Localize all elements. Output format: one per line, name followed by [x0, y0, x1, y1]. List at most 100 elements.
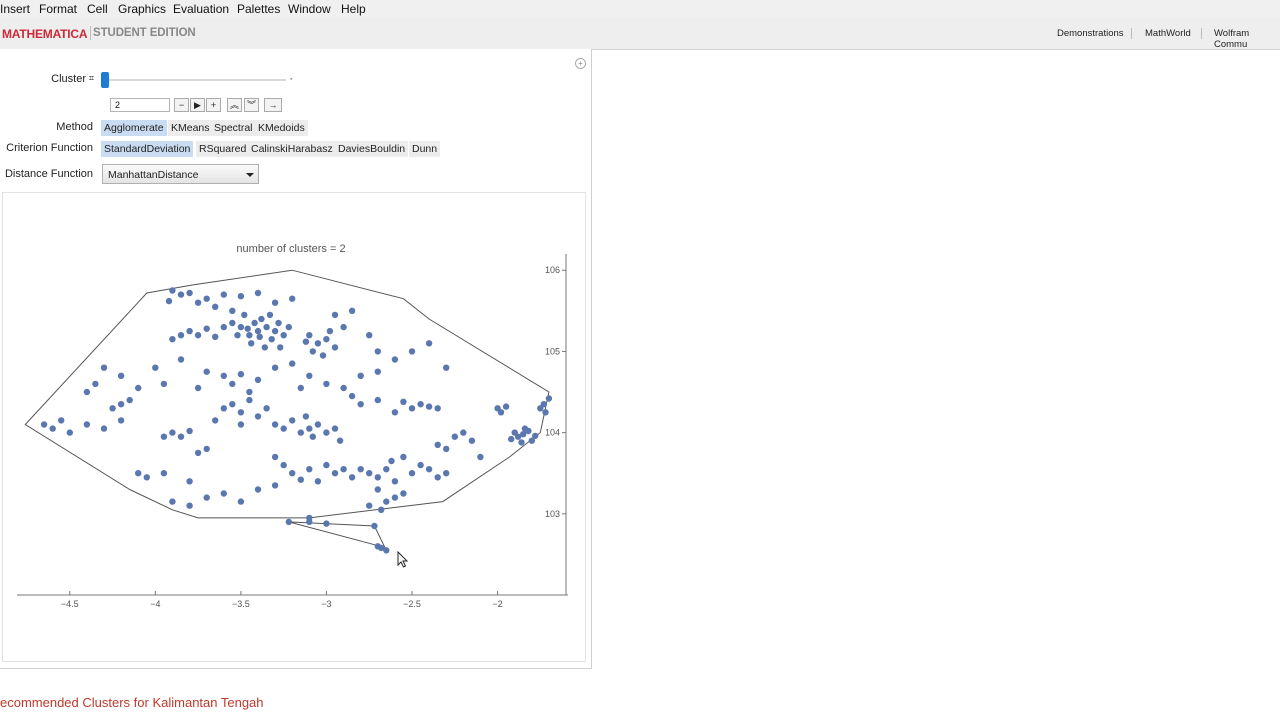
- data-point: [177, 356, 185, 363]
- data-point: [58, 417, 65, 424]
- method-spectral[interactable]: Spectral: [211, 120, 256, 136]
- menu-insert[interactable]: Insert: [0, 2, 30, 16]
- data-point: [280, 461, 287, 469]
- cluster-slider-track[interactable]: [104, 79, 286, 81]
- section-title: ecommended Clusters for Kalimantan Tenga…: [0, 695, 264, 710]
- data-point: [306, 466, 313, 473]
- data-point: [532, 432, 539, 440]
- play-icon[interactable]: ▶: [190, 98, 205, 112]
- data-point: [203, 295, 210, 302]
- data-point: [383, 547, 390, 554]
- method-kmedoids[interactable]: KMedoids: [255, 120, 308, 136]
- cluster-options-icon[interactable]: ⌗: [86, 73, 94, 84]
- brand-bar: MATHEMATICA STUDENT EDITION Demonstratio…: [0, 18, 1280, 50]
- data-point: [502, 403, 510, 410]
- data-point: [348, 474, 356, 481]
- data-point: [271, 453, 279, 461]
- data-point: [285, 518, 292, 526]
- data-point: [271, 482, 279, 489]
- menu-cell[interactable]: Cell: [87, 2, 108, 16]
- data-point: [83, 388, 91, 396]
- data-point: [542, 409, 549, 416]
- data-point: [297, 429, 304, 436]
- data-point: [521, 425, 529, 432]
- menu-graphics[interactable]: Graphics: [118, 2, 166, 16]
- direction-icon[interactable]: →: [264, 98, 282, 112]
- link-demonstrations[interactable]: Demonstrations: [1057, 28, 1124, 39]
- data-point: [302, 413, 310, 420]
- distance-function-dropdown[interactable]: ManhattanDistance: [102, 164, 259, 184]
- data-point: [229, 380, 236, 388]
- data-point: [212, 303, 219, 310]
- data-point: [254, 486, 262, 493]
- data-point: [229, 307, 236, 314]
- data-point: [117, 372, 125, 379]
- data-point: [297, 476, 304, 483]
- data-point: [237, 409, 245, 416]
- data-point: [271, 327, 279, 335]
- data-point: [451, 433, 458, 440]
- data-point: [357, 401, 364, 408]
- x-tick-label: −2: [492, 599, 502, 609]
- data-point: [248, 340, 255, 347]
- data-point: [326, 327, 334, 335]
- data-point: [254, 327, 262, 335]
- menu-format[interactable]: Format: [39, 2, 77, 16]
- criterion-standarddeviation[interactable]: StandardDeviation: [101, 141, 194, 157]
- data-point: [289, 295, 296, 302]
- data-point: [186, 502, 193, 509]
- data-point: [518, 439, 525, 446]
- data-point: [220, 372, 227, 379]
- menu-window[interactable]: Window: [288, 2, 331, 16]
- data-point: [254, 289, 262, 297]
- data-point: [49, 425, 56, 432]
- plus-icon[interactable]: +: [206, 98, 221, 112]
- data-point: [237, 293, 245, 300]
- data-point: [306, 332, 313, 339]
- data-point: [220, 291, 227, 298]
- menu-evaluation[interactable]: Evaluation: [173, 2, 229, 16]
- menu-palettes[interactable]: Palettes: [237, 2, 280, 16]
- data-point: [285, 323, 292, 331]
- cluster-label: Cluster: [51, 73, 86, 85]
- data-point: [169, 498, 176, 505]
- data-point: [203, 445, 210, 453]
- cluster-slider-thumb[interactable]: [101, 72, 109, 88]
- data-point: [391, 356, 399, 363]
- data-point: [383, 466, 390, 473]
- data-point: [203, 368, 210, 375]
- data-point: [169, 429, 176, 436]
- link-wolfram-community[interactable]: Wolfram Commu: [1214, 28, 1280, 50]
- data-point: [309, 433, 316, 440]
- data-point: [169, 336, 176, 343]
- data-point: [280, 425, 287, 432]
- data-point: [391, 478, 399, 485]
- method-agglomerate[interactable]: Agglomerate: [101, 120, 167, 136]
- plot-title: number of clusters = 2: [236, 243, 345, 255]
- data-point: [271, 421, 279, 428]
- method-kmeans[interactable]: KMeans: [168, 120, 213, 136]
- data-point: [508, 435, 515, 443]
- link-mathworld[interactable]: MathWorld: [1145, 28, 1191, 39]
- data-point: [408, 405, 416, 412]
- criterion-rsquared[interactable]: RSquared: [196, 141, 250, 157]
- faster-icon[interactable]: ︽: [227, 98, 242, 112]
- data-point: [117, 401, 125, 408]
- criterion-calinskiharabasz[interactable]: CalinskiHarabasz: [248, 141, 336, 157]
- brand-edition: STUDENT EDITION: [93, 27, 196, 39]
- cluster-value-input[interactable]: 2: [110, 98, 170, 112]
- criterion-daviesbouldin[interactable]: DaviesBouldin: [335, 141, 409, 157]
- minus-icon[interactable]: −: [174, 98, 189, 112]
- data-point: [460, 429, 467, 436]
- data-point: [366, 470, 373, 477]
- data-point: [186, 427, 193, 435]
- data-point: [194, 449, 202, 457]
- data-point: [408, 348, 416, 355]
- panel-options-icon[interactable]: +: [575, 58, 586, 69]
- slower-icon[interactable]: ︾: [244, 98, 259, 112]
- criterion-dunn[interactable]: Dunn: [409, 141, 441, 157]
- menu-help[interactable]: Help: [341, 2, 366, 16]
- data-point: [477, 453, 484, 461]
- data-point: [388, 457, 395, 465]
- x-tick-label: −4.5: [61, 599, 79, 609]
